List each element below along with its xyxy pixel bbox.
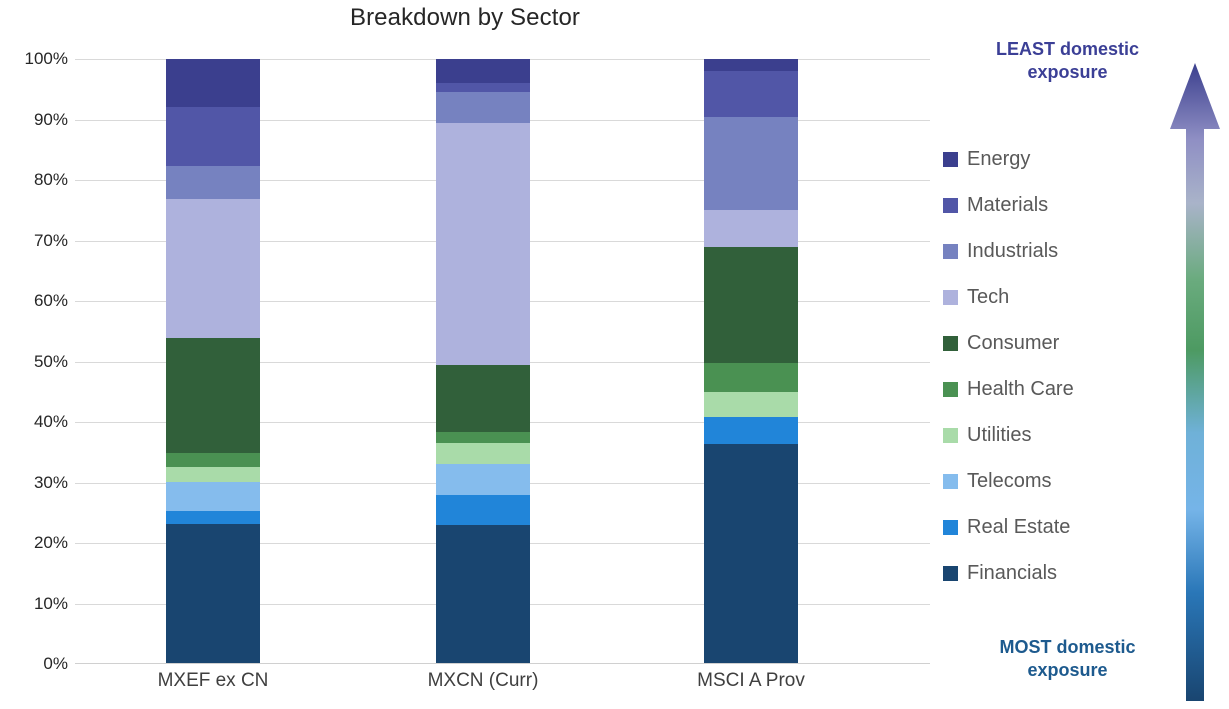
bar-segment[interactable] [436, 431, 530, 443]
bar-segment[interactable] [436, 442, 530, 464]
legend-item-label: Health Care [967, 377, 1074, 400]
bar-segment[interactable] [704, 444, 798, 664]
legend-swatch-icon [943, 151, 958, 167]
legend-swatch-icon [943, 473, 958, 489]
legend-swatch-icon [943, 381, 958, 397]
legend-item-label: Financials [967, 561, 1058, 584]
legend-swatch-icon [943, 243, 958, 259]
bar-segment[interactable] [436, 59, 530, 84]
annotation-least-domestic: LEAST domestic exposure [960, 38, 1175, 85]
legend-swatch-icon [943, 197, 958, 213]
bar-segment[interactable] [166, 337, 260, 454]
x-axis-tick-label: MSCI A Prov [697, 670, 805, 691]
legend-item-health-care[interactable]: Health Care [943, 366, 1143, 412]
bar-segment[interactable] [436, 122, 530, 365]
bar-segment[interactable] [704, 246, 798, 363]
y-axis-tick-label: 30% [33, 472, 68, 492]
bar-segment[interactable] [436, 83, 530, 93]
legend-item-label: Consumer [967, 331, 1060, 354]
bar-segment[interactable] [704, 116, 798, 211]
y-axis-tick-label: 10% [33, 593, 68, 613]
bar-segment[interactable] [166, 106, 260, 166]
annotation-most-domestic: MOST domestic exposure [960, 636, 1175, 683]
legend-item-real-estate[interactable]: Real Estate [943, 504, 1143, 550]
bar-segment[interactable] [166, 199, 260, 338]
legend-item-telecoms[interactable]: Telecoms [943, 458, 1143, 504]
legend-item-consumer[interactable]: Consumer [943, 320, 1143, 366]
y-axis-tick-label: 90% [33, 109, 68, 129]
x-axis-line [75, 663, 930, 664]
plot-area [75, 59, 930, 664]
bar-segment[interactable] [704, 59, 798, 72]
legend-item-label: Utilities [967, 423, 1032, 446]
bar-segment[interactable] [436, 524, 530, 664]
bar-segment[interactable] [436, 92, 530, 123]
bar-segment[interactable] [166, 481, 260, 511]
legend-item-industrials[interactable]: Industrials [943, 228, 1143, 274]
bar-segment[interactable] [166, 510, 260, 524]
bar-segment[interactable] [704, 362, 798, 393]
y-axis-tick-label: 0% [43, 654, 68, 673]
bar-segment[interactable] [166, 523, 260, 664]
bar-segment[interactable] [704, 210, 798, 247]
legend-item-tech[interactable]: Tech [943, 274, 1143, 320]
y-axis: 100% 90% 80% 70% 60% 50% 40% 30% 20% 10% 0% [0, 49, 68, 673]
legend-swatch-icon [943, 427, 958, 443]
stacked-bar[interactable] [436, 59, 530, 664]
legend-item-utilities[interactable]: Utilities [943, 412, 1143, 458]
legend-swatch-icon [943, 335, 958, 351]
legend-item-label: Real Estate [967, 515, 1071, 538]
y-axis-tick-label: 100% [24, 49, 68, 68]
stacked-bar[interactable] [166, 59, 260, 664]
up-arrow-icon [1170, 63, 1220, 701]
legend-swatch-icon [943, 519, 958, 535]
y-axis-tick-label: 70% [33, 230, 68, 250]
legend-item-label: Materials [967, 193, 1049, 216]
legend: Energy Materials Industrials Tech Consumer He… [943, 136, 1143, 596]
y-axis-tick-label: 40% [33, 412, 68, 431]
legend-item-financials[interactable]: Financials [943, 550, 1143, 596]
bar-segment[interactable] [436, 494, 530, 525]
annotation-least-domestic-text: LEAST domestic exposure [995, 39, 1140, 83]
y-axis-tick-label: 80% [33, 170, 68, 189]
bar-segment[interactable] [704, 417, 798, 445]
stacked-bar[interactable] [704, 59, 798, 664]
legend-swatch-icon [943, 289, 958, 305]
y-axis-tick-label: 50% [33, 351, 68, 371]
annotation-most-domestic-text: MOST domestic exposure [999, 637, 1136, 681]
y-axis-tick-label: 20% [33, 533, 68, 552]
bar-segment[interactable] [436, 364, 530, 432]
bar-segment[interactable] [166, 59, 260, 107]
chart-canvas: Breakdown by Sector 100% 90% 80% 70% 60% 50% 4… [0, 0, 1229, 709]
legend-swatch-icon [943, 565, 958, 581]
bar-segment[interactable] [436, 463, 530, 495]
bar-segment[interactable] [704, 392, 798, 418]
legend-item-energy[interactable]: Energy [943, 136, 1143, 182]
y-axis-tick-label: 60% [33, 291, 68, 310]
bar-segment[interactable] [166, 453, 260, 468]
x-axis-tick-label: MXEF ex CN [157, 670, 269, 691]
page-title: Breakdown by Sector [349, 4, 581, 31]
legend-item-label: Industrials [967, 239, 1059, 262]
bar-segment[interactable] [166, 467, 260, 482]
x-axis-tick-label: MXCN (Curr) [427, 670, 539, 691]
bar-segment[interactable] [166, 165, 260, 200]
legend-item-materials[interactable]: Materials [943, 182, 1143, 228]
legend-item-label: Telecoms [967, 469, 1052, 492]
legend-item-label: Energy [967, 147, 1031, 170]
legend-item-label: Tech [967, 285, 1010, 308]
bar-segment[interactable] [704, 71, 798, 117]
